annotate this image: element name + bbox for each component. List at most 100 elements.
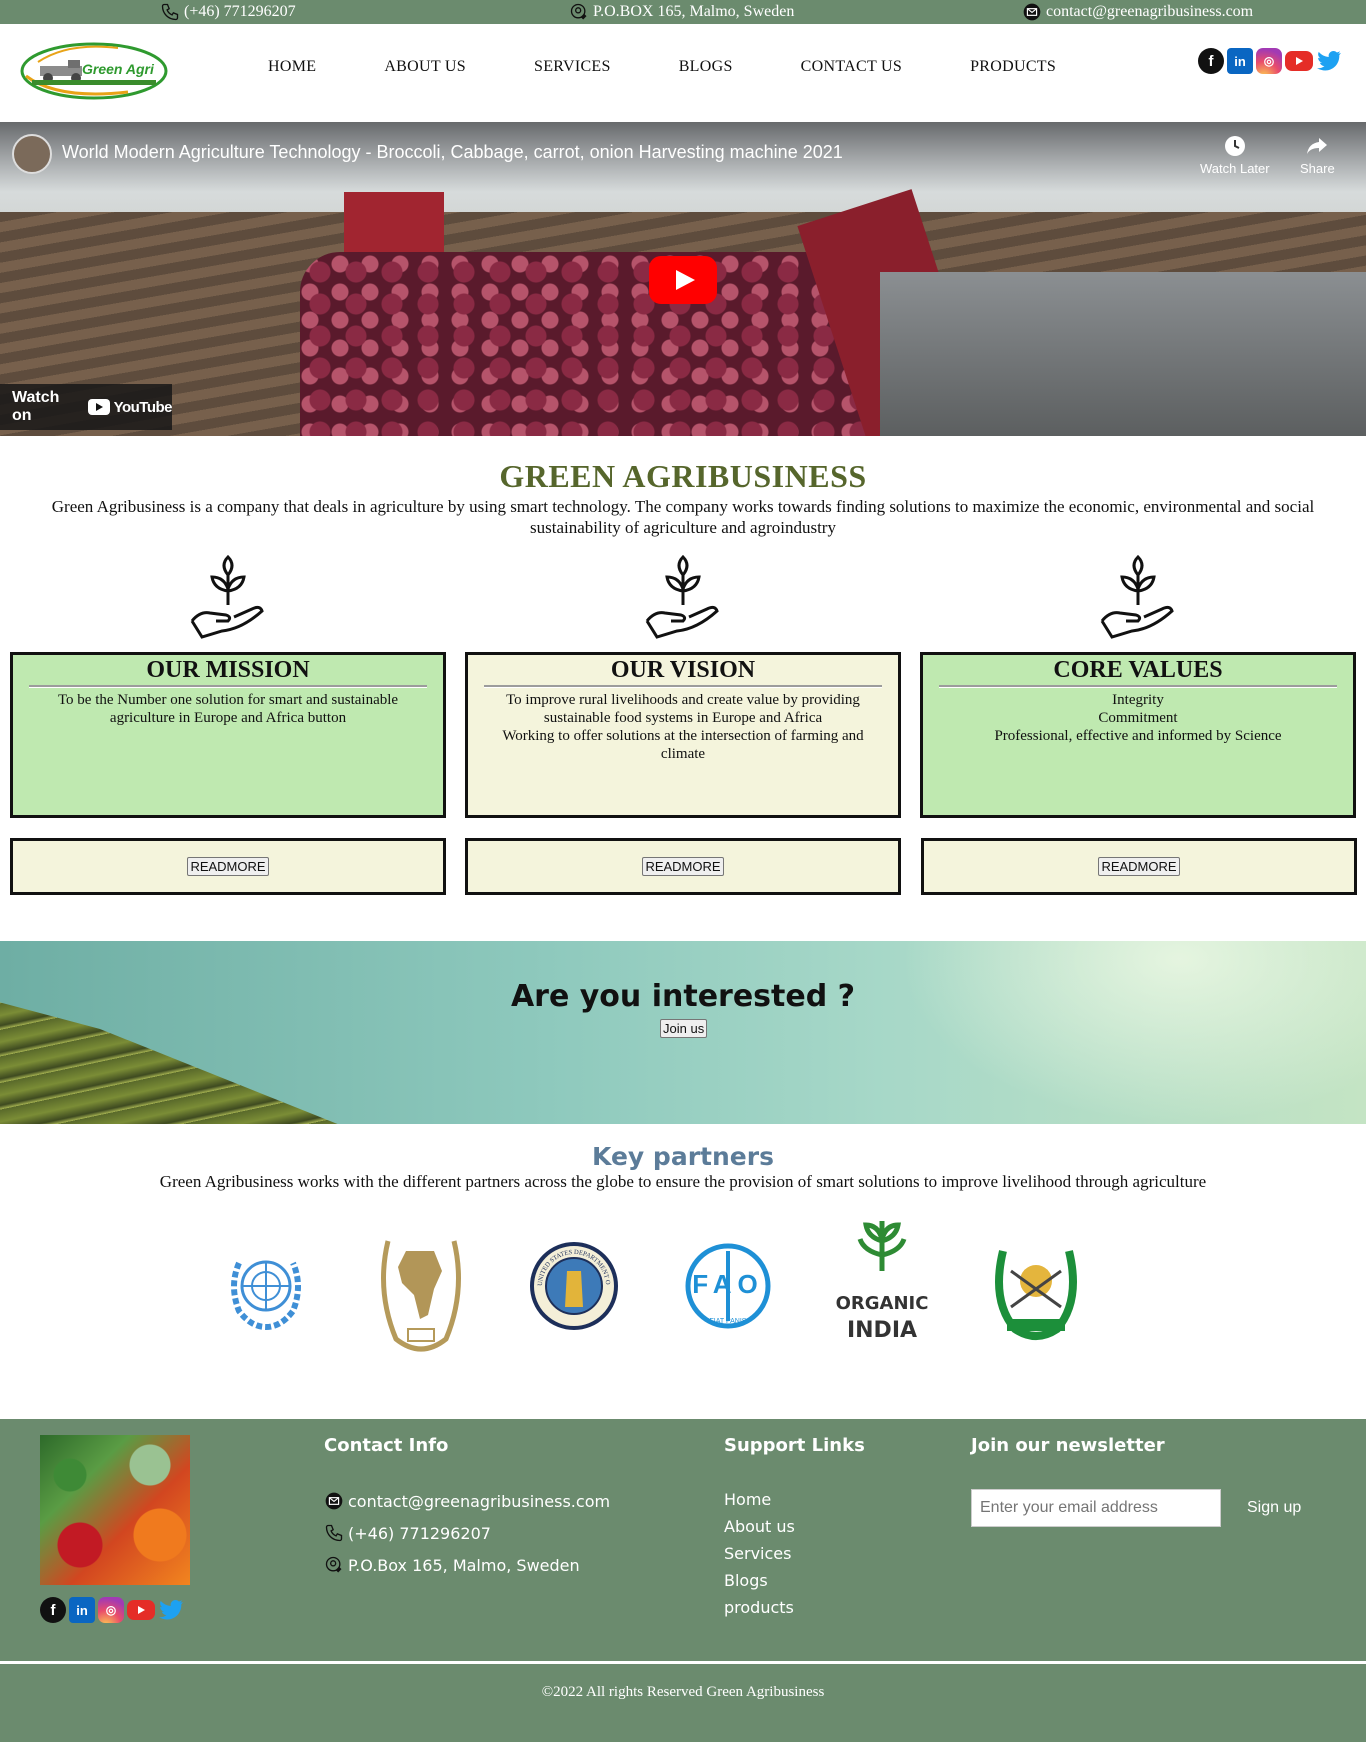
video-harvester: [880, 272, 1366, 436]
main-nav: HOME ABOUT US SERVICES BLOGS CONTACT US …: [268, 58, 1124, 76]
key-partners-title: Key partners: [592, 1142, 774, 1171]
site-footer: f in ◎ Contact Info contact@greenagribus…: [0, 1419, 1366, 1742]
clock-icon: [1224, 136, 1245, 156]
usda-seal-icon[interactable]: UNITED STATES DEPARTMENT OF AGRICULTURE: [528, 1208, 620, 1364]
sign-up-button[interactable]: Sign up: [1247, 1499, 1301, 1517]
youtube-play-icon: [87, 399, 110, 415]
watch-later-label: Watch Later: [1200, 161, 1270, 176]
vision-card: OUR VISION To improve rural livelihoods …: [465, 652, 901, 818]
fao-motto: FIAT PANIS: [710, 1318, 747, 1325]
nav-contact-us[interactable]: CONTACT US: [801, 58, 902, 76]
topbar-phone: (+46) 771296207: [160, 2, 296, 22]
card-divider: [29, 685, 427, 688]
footer-phone: (+46) 771296207: [324, 1523, 491, 1543]
watch-on-label: Watch on: [12, 389, 60, 424]
share-button[interactable]: Share: [1300, 134, 1335, 176]
organic-text: ORGANIC: [836, 1293, 928, 1314]
newsletter-title: Join our newsletter: [971, 1435, 1165, 1456]
footer-social-links: f in ◎: [40, 1597, 184, 1623]
card-divider: [484, 685, 882, 688]
footer-phone-text[interactable]: (+46) 771296207: [348, 1524, 491, 1543]
core-values-readmore-button[interactable]: READMORE: [1098, 857, 1180, 876]
facebook-icon[interactable]: f: [1198, 48, 1224, 74]
linkedin-icon[interactable]: in: [69, 1597, 95, 1623]
nav-about-us[interactable]: ABOUT US: [384, 58, 466, 76]
youtube-icon[interactable]: [1285, 51, 1313, 71]
card-divider: [939, 685, 1337, 688]
footer-divider: [0, 1661, 1366, 1664]
core-value-3: Professional, effective and informed by …: [994, 728, 1282, 744]
fao-letters: FAO: [692, 1269, 763, 1299]
emblem-icon[interactable]: [990, 1208, 1082, 1364]
logo-text: Green Agri: [82, 61, 155, 77]
channel-avatar[interactable]: [12, 134, 52, 174]
core-values-card: CORE VALUES Integrity Commitment Profess…: [920, 652, 1356, 818]
youtube-video-embed[interactable]: World Modern Agriculture Technology - Br…: [0, 122, 1366, 436]
organic-india-logo-icon[interactable]: ORGANIC INDIA: [836, 1208, 928, 1364]
phone-icon: [161, 3, 179, 21]
instagram-icon[interactable]: ◎: [1256, 48, 1282, 74]
topbar-email-text[interactable]: contact@greenagribusiness.com: [1046, 3, 1253, 21]
watch-later-button[interactable]: Watch Later: [1200, 134, 1270, 176]
footer-link-products[interactable]: products: [724, 1598, 794, 1617]
twitter-icon[interactable]: [1316, 48, 1342, 74]
india-text: INDIA: [847, 1318, 917, 1343]
topbar-address: P.O.BOX 165, Malmo, Sweden: [569, 2, 794, 22]
plant-hand-icon: [190, 555, 264, 639]
nav-home[interactable]: HOME: [268, 58, 316, 76]
key-partners-text: Green Agribusiness works with the differ…: [159, 1172, 1207, 1191]
instagram-icon[interactable]: ◎: [98, 1597, 124, 1623]
core-values-title: CORE VALUES: [1053, 657, 1223, 683]
nav-blogs[interactable]: BLOGS: [679, 58, 733, 76]
top-contact-bar: (+46) 771296207 P.O.BOX 165, Malmo, Swed…: [0, 0, 1366, 24]
footer-link-blogs[interactable]: Blogs: [724, 1571, 768, 1590]
core-value-1: Integrity: [1112, 692, 1164, 708]
mission-text: To be the Number one solution for smart …: [57, 692, 399, 726]
mission-card: OUR MISSION To be the Number one solutio…: [10, 652, 446, 818]
linkedin-icon[interactable]: in: [1227, 48, 1253, 74]
youtube-icon[interactable]: [127, 1600, 155, 1620]
plant-hand-icon: [645, 555, 719, 639]
vegetables-image: [40, 1435, 190, 1585]
vision-text-2: Working to offer solutions at the inters…: [502, 728, 864, 762]
nav-services[interactable]: SERVICES: [534, 58, 611, 76]
copyright-text: ©2022 All rights Reserved Green Agribusi…: [541, 1684, 825, 1700]
mission-title: OUR MISSION: [146, 657, 310, 683]
readmore-box: READMORE: [10, 838, 446, 895]
footer-link-about-us[interactable]: About us: [724, 1517, 795, 1536]
envelope-icon: [1023, 3, 1041, 21]
readmore-box: READMORE: [465, 838, 901, 895]
phone-icon: [325, 1524, 343, 1542]
un-emblem-icon[interactable]: [220, 1208, 312, 1364]
readmore-box: READMORE: [921, 838, 1357, 895]
green-agri-logo[interactable]: Green Agri: [18, 40, 170, 102]
newsletter-email-input[interactable]: [971, 1489, 1221, 1527]
watch-on-youtube-button[interactable]: Watch on YouTube: [0, 384, 173, 430]
topbar-address-text: P.O.BOX 165, Malmo, Sweden: [593, 3, 795, 20]
twitter-icon[interactable]: [158, 1597, 184, 1623]
play-button[interactable]: [649, 256, 717, 304]
header-social-links: f in ◎: [1198, 48, 1342, 74]
plant-hand-icon: [1100, 555, 1174, 639]
interest-question: Are you interested ?: [510, 979, 856, 1014]
company-title: GREEN AGRIBUSINESS: [499, 458, 867, 494]
mission-readmore-button[interactable]: READMORE: [187, 857, 269, 876]
facebook-icon[interactable]: f: [40, 1597, 66, 1623]
vision-readmore-button[interactable]: READMORE: [642, 857, 724, 876]
company-description: Green Agribusiness is a company that dea…: [51, 497, 1315, 537]
footer-link-home[interactable]: Home: [724, 1490, 771, 1509]
support-links-title: Support Links: [724, 1435, 865, 1456]
interest-banner: Are you interested ? Join us: [0, 941, 1366, 1124]
join-us-button[interactable]: Join us: [660, 1019, 708, 1038]
footer-email-text[interactable]: contact@greenagribusiness.com: [348, 1492, 610, 1511]
fao-emblem-icon[interactable]: FAO FIAT PANIS: [682, 1208, 774, 1364]
location-phone-icon: [325, 1556, 342, 1573]
footer-address: P.O.Box 165, Malmo, Sweden: [324, 1555, 580, 1575]
video-title[interactable]: World Modern Agriculture Technology - Br…: [62, 142, 843, 163]
footer-email: contact@greenagribusiness.com: [324, 1491, 610, 1511]
footer-link-services[interactable]: Services: [724, 1544, 791, 1563]
topbar-phone-text[interactable]: (+46) 771296207: [184, 3, 296, 21]
nav-products[interactable]: PRODUCTS: [970, 58, 1056, 76]
location-phone-icon: [570, 3, 587, 20]
african-union-emblem-icon[interactable]: [375, 1208, 467, 1364]
